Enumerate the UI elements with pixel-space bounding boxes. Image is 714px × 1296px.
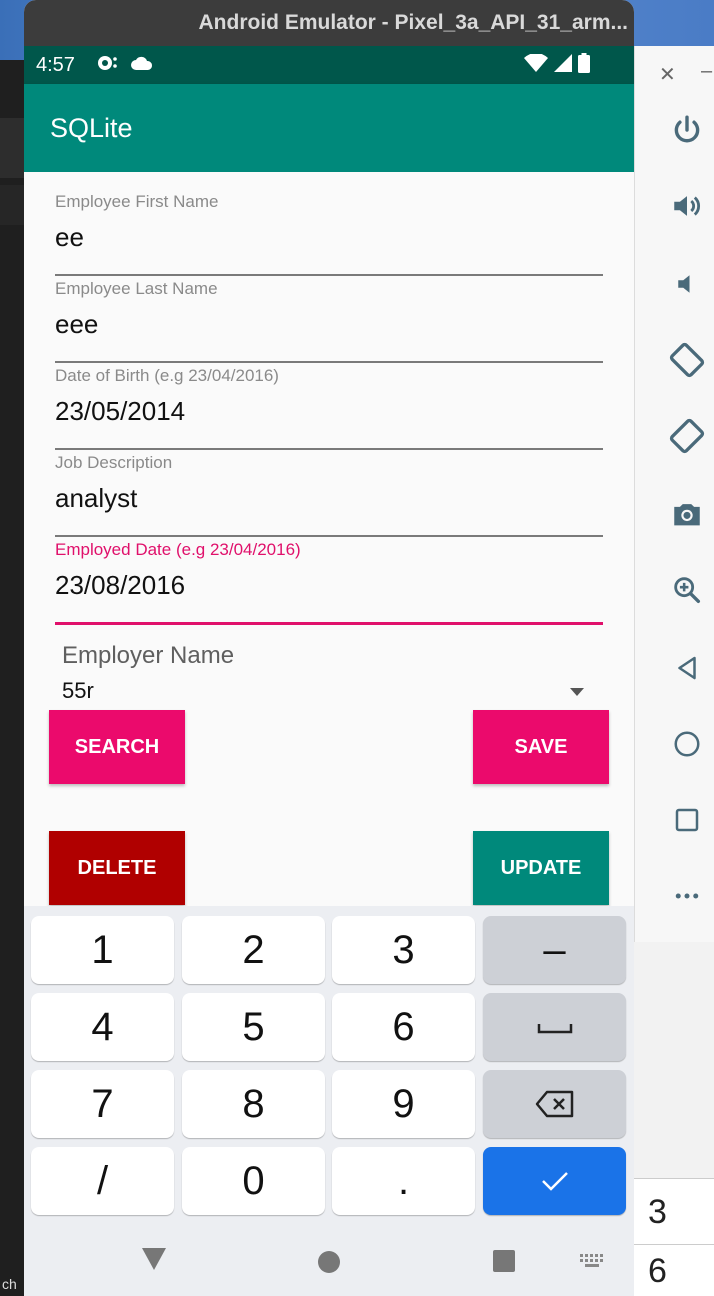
home-icon[interactable] bbox=[665, 722, 709, 766]
key-8[interactable]: 8 bbox=[182, 1070, 325, 1138]
more-icon[interactable] bbox=[665, 874, 709, 918]
wifi-icon bbox=[524, 52, 548, 77]
recents-button-icon[interactable] bbox=[493, 1250, 515, 1277]
app-bar-title: SQLite bbox=[24, 84, 634, 172]
dob-underline bbox=[55, 448, 603, 450]
close-icon[interactable]: ✕ bbox=[659, 62, 676, 87]
delete-button[interactable]: DELETE bbox=[49, 831, 185, 905]
volume-down-icon[interactable] bbox=[665, 262, 709, 306]
window-title: Android Emulator - Pixel_3a_API_31_arm..… bbox=[24, 0, 634, 46]
employed-date-label: Employed Date (e.g 23/04/2016) bbox=[55, 540, 301, 559]
battery-icon bbox=[578, 52, 590, 78]
key-7[interactable]: 7 bbox=[31, 1070, 174, 1138]
key-slash[interactable]: / bbox=[31, 1147, 174, 1215]
rotate-right-icon[interactable] bbox=[665, 414, 709, 458]
key-space[interactable] bbox=[483, 993, 626, 1061]
background-cell: 3 bbox=[634, 1178, 714, 1244]
search-button[interactable]: SEARCH bbox=[49, 710, 185, 784]
key-1[interactable]: 1 bbox=[31, 916, 174, 984]
power-icon[interactable] bbox=[665, 108, 709, 152]
camera-icon[interactable] bbox=[665, 492, 709, 536]
employer-name-label: Employer Name bbox=[62, 642, 235, 669]
key-9[interactable]: 9 bbox=[332, 1070, 475, 1138]
update-button[interactable]: UPDATE bbox=[473, 831, 609, 905]
cloud-icon bbox=[130, 55, 154, 76]
key-4[interactable]: 4 bbox=[31, 993, 174, 1061]
dob-input[interactable]: 23/05/2014 bbox=[55, 396, 603, 436]
backspace-icon bbox=[535, 1090, 573, 1118]
key-done[interactable] bbox=[483, 1147, 626, 1215]
job-input[interactable]: analyst bbox=[55, 483, 603, 523]
last-name-label: Employee Last Name bbox=[55, 279, 218, 298]
minimize-icon[interactable]: – bbox=[701, 60, 712, 83]
keyboard-switch-icon[interactable] bbox=[580, 1254, 606, 1273]
ide-left-text: ch bbox=[2, 1276, 17, 1292]
key-2[interactable]: 2 bbox=[182, 916, 325, 984]
key-minus[interactable]: – bbox=[483, 916, 626, 984]
background-cell: 6 bbox=[634, 1244, 714, 1296]
key-0[interactable]: 0 bbox=[182, 1147, 325, 1215]
employed-date-underline bbox=[55, 622, 603, 625]
ide-left-edge: ch bbox=[0, 60, 26, 1296]
first-name-underline bbox=[55, 274, 603, 276]
key-dot[interactable]: . bbox=[332, 1147, 475, 1215]
volume-up-icon[interactable] bbox=[665, 184, 709, 228]
key-3[interactable]: 3 bbox=[332, 916, 475, 984]
first-name-input[interactable]: ee bbox=[55, 222, 603, 262]
status-bar: 4:57 bbox=[24, 46, 634, 84]
notification-icon bbox=[96, 54, 118, 77]
employed-date-input[interactable]: 23/08/2016 bbox=[55, 570, 603, 610]
rotate-left-icon[interactable] bbox=[665, 338, 709, 382]
status-time: 4:57 bbox=[36, 54, 75, 76]
dropdown-arrow-icon bbox=[570, 688, 584, 696]
employer-selected: 55r bbox=[62, 678, 94, 703]
emulator-window: Android Emulator - Pixel_3a_API_31_arm..… bbox=[24, 0, 634, 1296]
numeric-keyboard: 1 2 3 – 4 5 6 7 8 9 / 0 . bbox=[24, 906, 634, 1296]
job-underline bbox=[55, 535, 603, 537]
save-button[interactable]: SAVE bbox=[473, 710, 609, 784]
check-icon bbox=[541, 1172, 568, 1191]
employer-spinner[interactable]: 55r bbox=[62, 676, 584, 708]
emulator-toolbar: ✕ – bbox=[634, 46, 714, 942]
key-6[interactable]: 6 bbox=[332, 993, 475, 1061]
last-name-underline bbox=[55, 361, 603, 363]
last-name-input[interactable]: eee bbox=[55, 309, 603, 349]
job-label: Job Description bbox=[55, 453, 173, 472]
overview-icon[interactable] bbox=[665, 798, 709, 842]
form-content: Employee First Name ee Employee Last Nam… bbox=[24, 172, 634, 907]
back-icon[interactable] bbox=[665, 646, 709, 690]
signal-icon bbox=[554, 53, 572, 77]
first-name-label: Employee First Name bbox=[55, 192, 219, 211]
zoom-icon[interactable] bbox=[665, 568, 709, 612]
space-icon bbox=[537, 1024, 572, 1034]
home-button-icon[interactable] bbox=[317, 1250, 341, 1279]
dob-label: Date of Birth (e.g 23/04/2016) bbox=[55, 366, 279, 385]
key-5[interactable]: 5 bbox=[182, 993, 325, 1061]
key-backspace[interactable] bbox=[483, 1070, 626, 1138]
keyboard-hide-icon[interactable] bbox=[142, 1248, 166, 1275]
